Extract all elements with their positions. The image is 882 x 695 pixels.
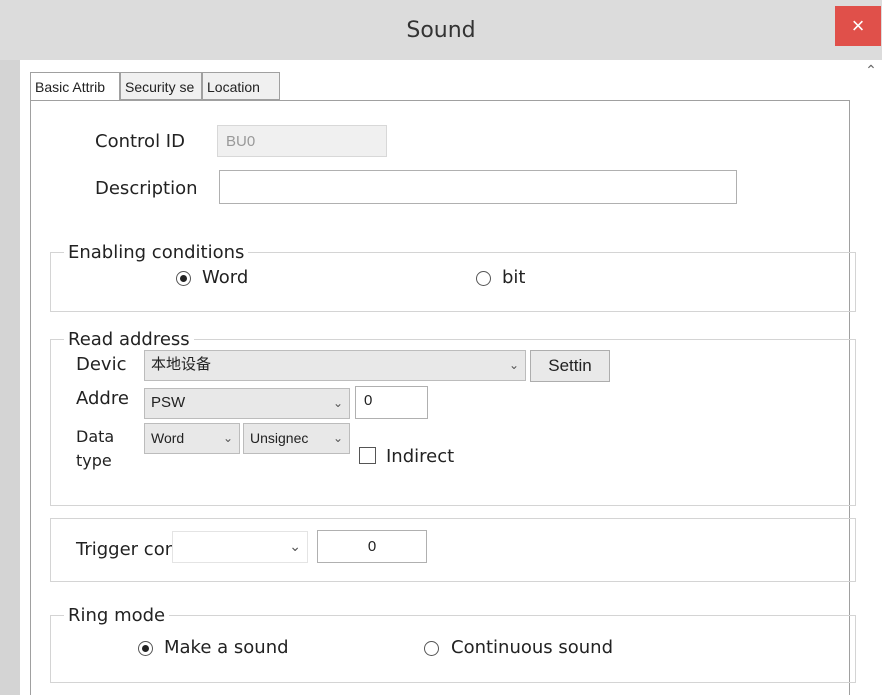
chevron-down-icon: ⌄	[289, 538, 301, 554]
radio-make-a-sound-label: Make a sound	[164, 637, 289, 658]
data-type-select[interactable]: Word ⌄	[144, 423, 240, 454]
chevron-down-icon: ⌄	[508, 358, 519, 372]
enabling-conditions-legend: Enabling conditions	[64, 242, 249, 263]
radio-bit[interactable]	[476, 271, 491, 286]
sign-type-value: Unsignec	[250, 430, 309, 446]
address-type-value: PSW	[151, 394, 186, 411]
radio-word[interactable]	[176, 271, 191, 286]
data-type-label-line2: type	[76, 451, 112, 470]
radio-continuous-sound-label: Continuous sound	[451, 637, 614, 658]
radio-continuous-sound[interactable]	[424, 641, 439, 656]
tab-security-settings[interactable]: Security se	[120, 72, 202, 100]
sign-type-select[interactable]: Unsignec ⌄	[243, 423, 350, 454]
device-value: 本地设备	[151, 356, 212, 373]
tab-basic-attributes[interactable]: Basic Attrib	[30, 72, 120, 102]
window-title: Sound	[406, 18, 476, 43]
settings-button[interactable]: Settin	[530, 350, 610, 382]
trigger-value-field[interactable]: 0	[317, 530, 427, 563]
trigger-conditions-select[interactable]: ⌄	[172, 531, 308, 563]
device-label: Devic	[76, 354, 127, 375]
control-id-label: Control ID	[95, 131, 185, 152]
device-select[interactable]: 本地设备 ⌄	[144, 350, 526, 381]
data-type-value: Word	[151, 430, 185, 446]
indirect-checkbox[interactable]	[359, 447, 376, 464]
indirect-label: Indirect	[386, 446, 455, 467]
description-label: Description	[95, 178, 198, 199]
radio-make-a-sound[interactable]	[138, 641, 153, 656]
address-value-field[interactable]: 0	[355, 386, 428, 419]
tab-location[interactable]: Location	[202, 72, 280, 100]
scroll-up-icon[interactable]: ⌃	[862, 62, 880, 80]
control-id-field: BU0	[217, 125, 387, 157]
left-strip	[0, 60, 20, 695]
ring-mode-legend: Ring mode	[64, 605, 170, 626]
chevron-down-icon: ⌄	[222, 431, 233, 445]
radio-bit-label: bit	[502, 267, 526, 288]
read-address-legend: Read address	[64, 329, 194, 350]
chevron-down-icon: ⌄	[332, 396, 343, 410]
description-field[interactable]	[219, 170, 737, 204]
close-button[interactable]: ×	[835, 6, 881, 46]
data-type-label-line1: Data	[76, 427, 115, 446]
address-type-select[interactable]: PSW ⌄	[144, 388, 350, 419]
radio-word-label: Word	[202, 267, 249, 288]
address-label: Addre	[76, 388, 129, 409]
chevron-down-icon: ⌄	[332, 431, 343, 445]
